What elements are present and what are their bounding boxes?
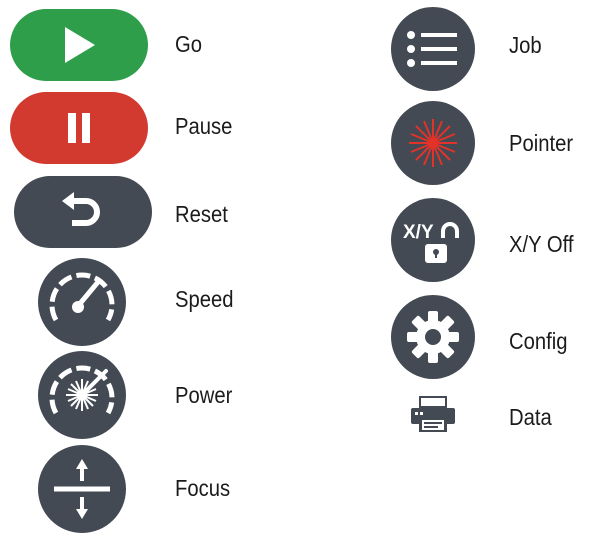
reset-label: Reset bbox=[175, 201, 228, 227]
focus-arrows-icon bbox=[54, 459, 110, 519]
reset-button[interactable] bbox=[14, 176, 152, 248]
xy-off-label: X/Y Off bbox=[509, 231, 574, 257]
speed-label: Speed bbox=[175, 286, 234, 312]
pause-icon bbox=[68, 113, 90, 143]
undo-arrow-icon bbox=[62, 192, 100, 226]
config-button[interactable] bbox=[391, 295, 475, 379]
focus-button[interactable] bbox=[38, 445, 126, 533]
printer-icon[interactable] bbox=[409, 394, 457, 434]
pause-label: Pause bbox=[175, 113, 233, 139]
xy-off-button[interactable]: X/Y bbox=[391, 198, 475, 282]
power-label: Power bbox=[175, 382, 233, 408]
data-label: Data bbox=[509, 404, 552, 430]
power-button[interactable] bbox=[38, 351, 126, 439]
go-label: Go bbox=[175, 31, 203, 57]
job-label: Job bbox=[509, 32, 542, 58]
go-button[interactable] bbox=[10, 9, 148, 81]
focus-label: Focus bbox=[175, 475, 231, 501]
speedometer-icon bbox=[49, 272, 115, 322]
config-label: Config bbox=[509, 328, 568, 354]
pause-button[interactable] bbox=[10, 92, 148, 164]
pointer-label: Pointer bbox=[509, 130, 574, 156]
xy-badge-text: X/Y bbox=[403, 222, 434, 243]
laser-pointer-icon bbox=[409, 119, 457, 167]
xy-unlock-icon: X/Y bbox=[403, 222, 459, 263]
job-button[interactable] bbox=[391, 7, 475, 91]
play-icon bbox=[65, 27, 95, 63]
list-icon bbox=[407, 31, 457, 67]
speed-button[interactable] bbox=[38, 258, 126, 346]
pointer-button[interactable] bbox=[391, 101, 475, 185]
gear-icon bbox=[407, 311, 459, 363]
laser-gauge-icon bbox=[49, 365, 115, 415]
